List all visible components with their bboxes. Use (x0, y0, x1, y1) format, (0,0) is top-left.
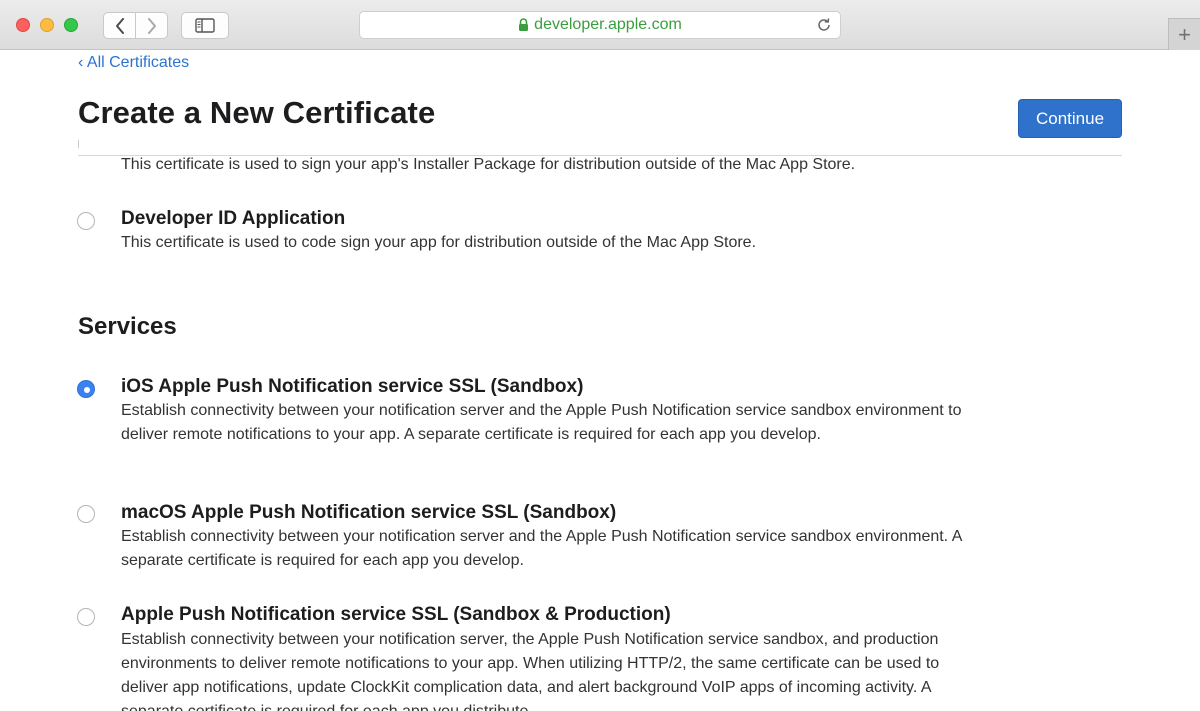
radio-macos-apns-sandbox[interactable] (77, 505, 95, 523)
minimize-window-button[interactable] (40, 18, 54, 32)
option-desc-developer-id-application: This certificate is used to code sign yo… (121, 234, 757, 251)
back-to-certificates-link[interactable]: ‹ All Certificates (78, 54, 189, 72)
url-text: developer.apple.com (534, 16, 682, 33)
reload-icon[interactable] (816, 17, 832, 33)
option-title-macos-apns-sandbox: macOS Apple Push Notification service SS… (121, 502, 617, 523)
page-title: Create a New Certificate (78, 95, 436, 130)
zoom-window-button[interactable] (64, 18, 78, 32)
back-link-label: All Certificates (86, 54, 190, 71)
back-button[interactable] (104, 13, 135, 38)
sidebar-icon (195, 18, 215, 33)
option-desc-macos-apns-sandbox: Establish connectivity between your noti… (121, 528, 962, 569)
section-title-services: Services (78, 313, 177, 340)
divider-tick (78, 140, 79, 148)
close-window-button[interactable] (16, 18, 30, 32)
radio-apns-sandbox-production[interactable] (77, 608, 95, 626)
chevron-left-icon: ‹ (78, 54, 84, 71)
chevron-left-icon (115, 17, 124, 34)
sidebar-toggle-button[interactable] (181, 12, 229, 39)
option-title-apns-sandbox-production: Apple Push Notification service SSL (San… (121, 604, 671, 625)
history-nav-group (103, 12, 168, 39)
radio-ios-apns-sandbox[interactable] (77, 380, 95, 398)
new-tab-button[interactable]: + (1168, 18, 1200, 50)
browser-toolbar: developer.apple.com + (0, 0, 1200, 50)
forward-button[interactable] (135, 13, 167, 38)
installer-cert-description: This certificate is used to sign your ap… (121, 156, 856, 173)
option-desc-apns-sandbox-production: Establish connectivity between your noti… (121, 631, 940, 711)
address-bar[interactable]: developer.apple.com (359, 11, 841, 39)
option-title-ios-apns-sandbox: iOS Apple Push Notification service SSL … (121, 376, 584, 397)
lock-icon (519, 18, 529, 31)
option-desc-ios-apns-sandbox: Establish connectivity between your noti… (121, 402, 962, 443)
continue-button[interactable]: Continue (1018, 99, 1122, 138)
option-title-developer-id-application: Developer ID Application (121, 208, 346, 229)
chevron-right-icon (147, 17, 156, 34)
radio-developer-id-application[interactable] (77, 212, 95, 230)
